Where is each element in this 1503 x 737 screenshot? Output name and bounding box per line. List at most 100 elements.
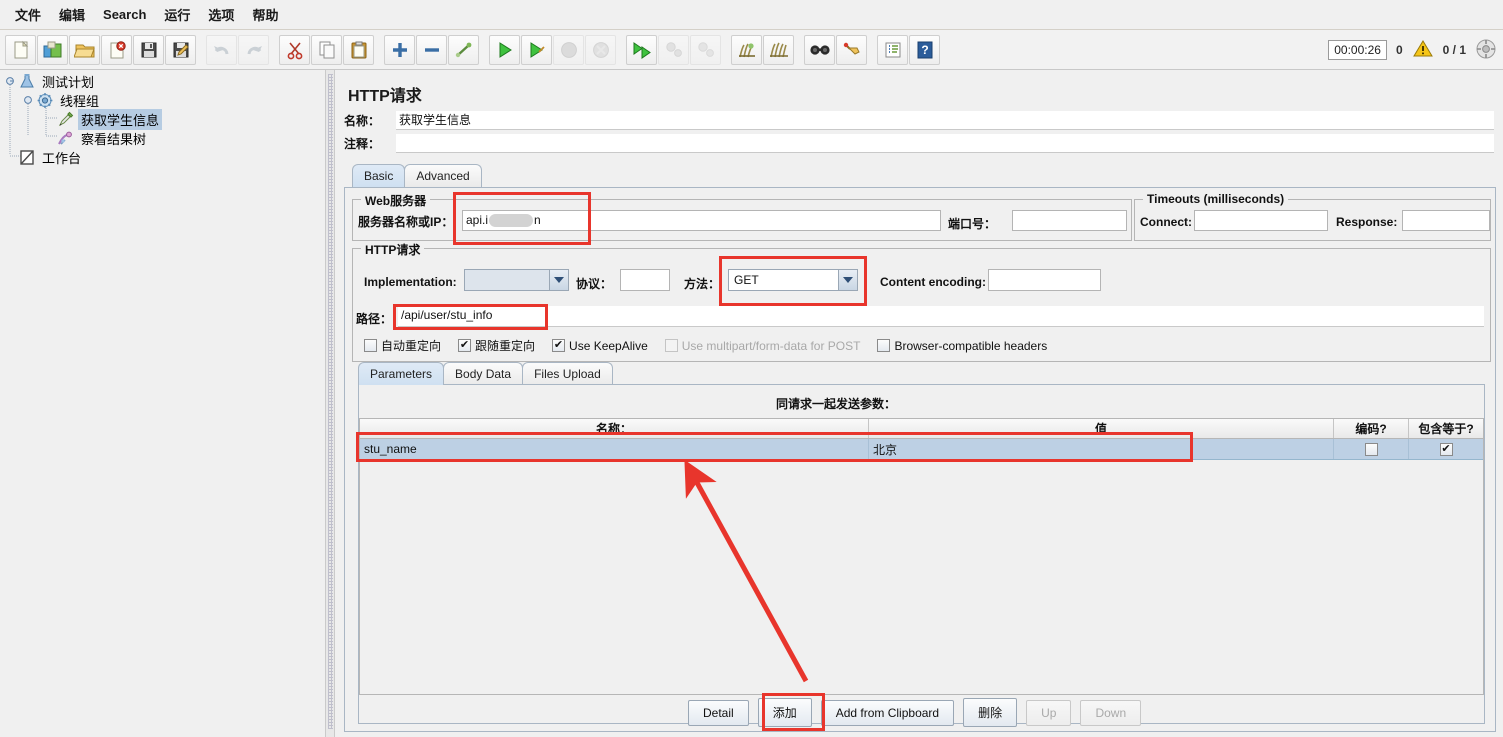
open-icon[interactable] [69, 35, 100, 65]
expand-all-icon[interactable] [384, 35, 415, 65]
response-timeout-label: Response: [1336, 215, 1397, 229]
server-label: 服务器名称或IP： [358, 213, 453, 230]
cell-param-encode[interactable] [1334, 439, 1409, 459]
name-input[interactable]: 获取学生信息 [396, 111, 1494, 130]
menu-item-search[interactable]: Search [94, 3, 155, 26]
checkbox-box[interactable] [458, 339, 471, 352]
checkbox-box[interactable] [1440, 443, 1453, 456]
add-from-clipboard-button[interactable]: Add from Clipboard [821, 700, 954, 726]
port-input[interactable] [1012, 210, 1127, 231]
remote-shutdown-all-icon [690, 35, 721, 65]
close-icon[interactable] [101, 35, 132, 65]
tab-files-upload[interactable]: Files Upload [522, 362, 613, 385]
checkbox-follow-redirects[interactable]: 跟随重定向 [458, 337, 535, 354]
search-icon[interactable] [804, 35, 835, 65]
sidebar-item-view-results-tree[interactable]: 察看结果树 [57, 129, 149, 148]
implementation-value [465, 270, 549, 290]
delete-button[interactable]: 删除 [963, 698, 1017, 727]
http-options-checkboxes: 自动重定向 跟随重定向 Use KeepAlive Use multipart/… [364, 337, 1060, 354]
column-header-name[interactable]: 名称： [360, 419, 869, 438]
checkbox-browser-compatible-headers[interactable]: Browser-compatible headers [877, 339, 1047, 353]
timeouts-group-title: Timeouts (milliseconds) [1143, 192, 1288, 206]
comment-input[interactable] [396, 134, 1494, 153]
collapse-all-icon[interactable] [416, 35, 447, 65]
toggle-icon[interactable] [448, 35, 479, 65]
reset-search-icon[interactable] [836, 35, 867, 65]
remote-start-all-icon[interactable] [626, 35, 657, 65]
cut-icon[interactable] [279, 35, 310, 65]
parameters-table[interactable]: 名称： 值 编码? 包含等于? stu_name 北京 [359, 418, 1484, 460]
paste-icon[interactable] [343, 35, 374, 65]
chevron-down-icon[interactable] [838, 270, 857, 290]
server-name-input[interactable]: api.in [462, 210, 941, 231]
help-icon[interactable]: ? [909, 35, 940, 65]
menu-bar: 文件 编辑 Search 运行 选项 帮助 [0, 0, 1503, 30]
workbench-icon [18, 149, 36, 166]
checkbox-box[interactable] [552, 339, 565, 352]
checkbox-box[interactable] [1365, 443, 1378, 456]
templates-icon[interactable] [37, 35, 68, 65]
menu-item-options[interactable]: 选项 [199, 1, 243, 28]
checkbox-auto-redirect[interactable]: 自动重定向 [364, 337, 441, 354]
column-header-encode[interactable]: 编码? [1334, 419, 1409, 438]
sidebar-item-test-plan[interactable]: 测试计划 [18, 72, 97, 91]
cell-param-include-equals[interactable] [1409, 439, 1483, 459]
content-encoding-input[interactable] [988, 269, 1101, 291]
checkbox-use-keepalive[interactable]: Use KeepAlive [552, 339, 648, 353]
checkbox-box[interactable] [364, 339, 377, 352]
save-icon[interactable] [133, 35, 164, 65]
save-as-icon[interactable] [165, 35, 196, 65]
sidebar-item-thread-group[interactable]: 线程组 [36, 91, 102, 110]
tab-basic[interactable]: Basic [352, 164, 405, 187]
table-row[interactable]: stu_name 北京 [360, 439, 1483, 460]
sidebar-item-http-request[interactable]: 获取学生信息 [57, 110, 162, 129]
parameters-table-empty-area[interactable] [359, 460, 1484, 695]
new-icon[interactable] [5, 35, 36, 65]
checkbox-label: Use KeepAlive [569, 339, 648, 353]
add-button[interactable]: 添加 [758, 698, 812, 727]
sidebar-item-workbench[interactable]: 工作台 [18, 148, 84, 167]
stop-icon [553, 35, 584, 65]
test-plan-tree[interactable]: 测试计划 线程组 获取学生信息 察看结果树 [0, 70, 325, 737]
path-input[interactable]: /api/user/stu_info [398, 306, 1484, 327]
port-label: 端口号： [948, 215, 996, 232]
warning-icon[interactable] [1412, 39, 1434, 61]
menu-item-run[interactable]: 运行 [155, 1, 199, 28]
method-select[interactable]: GET [728, 269, 858, 291]
column-header-value[interactable]: 值 [869, 419, 1334, 438]
copy-icon[interactable] [311, 35, 342, 65]
function-helper-icon[interactable] [877, 35, 908, 65]
tab-advanced[interactable]: Advanced [404, 164, 481, 187]
protocol-input[interactable] [620, 269, 670, 291]
path-label: 路径： [356, 310, 392, 327]
detail-button[interactable]: Detail [688, 700, 749, 726]
method-label: 方法： [684, 275, 720, 292]
remote-stop-all-icon [658, 35, 689, 65]
checkbox-box [665, 339, 678, 352]
content-encoding-label: Content encoding: [880, 275, 986, 289]
menu-item-help[interactable]: 帮助 [243, 1, 287, 28]
menu-item-file[interactable]: 文件 [6, 1, 50, 28]
checkbox-label: 自动重定向 [381, 337, 441, 354]
warning-count: 0 [1396, 43, 1403, 57]
checkbox-box[interactable] [877, 339, 890, 352]
splitter-grip[interactable] [328, 74, 333, 729]
start-no-pauses-icon[interactable] [521, 35, 552, 65]
tab-parameters[interactable]: Parameters [358, 362, 444, 385]
clear-icon[interactable] [731, 35, 762, 65]
toolbar: ? [0, 30, 1503, 70]
response-timeout-input[interactable] [1402, 210, 1490, 231]
implementation-select[interactable] [464, 269, 569, 291]
start-icon[interactable] [489, 35, 520, 65]
tab-body-data[interactable]: Body Data [443, 362, 523, 385]
connect-timeout-input[interactable] [1194, 210, 1328, 231]
menu-item-edit[interactable]: 编辑 [50, 1, 94, 28]
cell-param-value[interactable]: 北京 [869, 439, 1334, 459]
column-header-include-equals[interactable]: 包含等于? [1409, 419, 1483, 438]
clear-all-icon[interactable] [763, 35, 794, 65]
http-request-icon [57, 111, 75, 128]
jmeter-window: 文件 编辑 Search 运行 选项 帮助 [0, 0, 1503, 737]
cell-param-name[interactable]: stu_name [360, 439, 869, 459]
chevron-down-icon[interactable] [549, 270, 568, 290]
panel-splitter[interactable] [325, 70, 335, 737]
